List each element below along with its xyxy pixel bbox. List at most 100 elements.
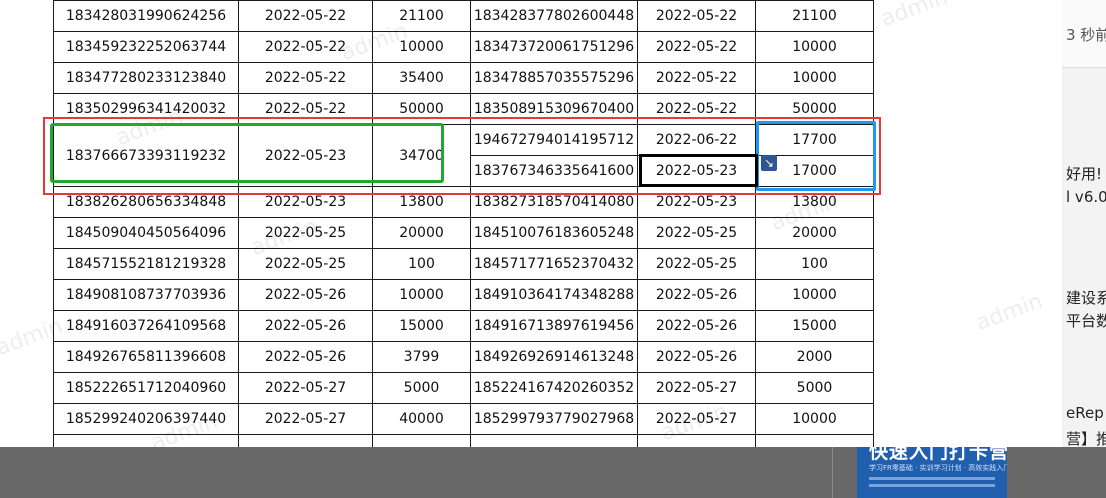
table-cell[interactable]: 2022-05-22 (637, 0, 756, 32)
merged-cell[interactable]: 34700 (372, 124, 471, 187)
table-cell[interactable]: 183477280233123840 (53, 62, 239, 94)
table-cell[interactable]: 15000 (755, 310, 874, 342)
table-cell[interactable]: 184910364174348288 (470, 279, 638, 311)
table-cell[interactable]: 184908108737703936 (53, 279, 239, 311)
table-cell[interactable]: 184916713897619456 (470, 310, 638, 342)
table-cell[interactable]: 2022-05-23 (238, 186, 373, 218)
table-row: 183477280233123840 2022-05-22 35400 1834… (53, 62, 874, 94)
table-cell (755, 434, 874, 447)
divider (832, 447, 833, 498)
relative-time: 3 秒前 (1066, 26, 1106, 44)
table-cell[interactable]: 2022-05-22 (637, 93, 756, 125)
table-cell (637, 434, 756, 447)
table-cell[interactable]: 2022-05-23 (637, 186, 756, 218)
table-cell[interactable]: 2022-05-22 (238, 62, 373, 94)
table-row: 184571552181219328 2022-05-25 100 184571… (53, 248, 874, 280)
table-row: 184908108737703936 2022-05-26 10000 1849… (53, 279, 874, 311)
table-cell[interactable]: 2022-05-26 (238, 341, 373, 373)
table-cell[interactable]: 2022-05-22 (637, 31, 756, 63)
table-cell[interactable]: 10000 (755, 403, 874, 435)
table-cell[interactable]: 183508915309670400 (470, 93, 638, 125)
table-cell[interactable]: 2022-05-27 (238, 403, 373, 435)
table-cell[interactable]: 50000 (372, 93, 471, 125)
table-cell[interactable]: 2022-05-27 (238, 372, 373, 404)
table-cell[interactable]: 3799 (372, 341, 471, 373)
table-cell[interactable]: 184926926914613248 (470, 341, 638, 373)
spreadsheet-area: 183428031990624256 2022-05-22 21100 1834… (0, 0, 1062, 447)
table-cell[interactable]: 183428031990624256 (53, 0, 239, 32)
table-cell[interactable]: 2022-05-26 (637, 279, 756, 311)
table-cell[interactable]: 183827318570414080 (470, 186, 638, 218)
table-cell[interactable]: 2022-05-25 (637, 217, 756, 249)
panel-text-line: l v6.0 (1066, 188, 1106, 206)
panel-text-line: 营】推 (1066, 430, 1106, 447)
table-cell[interactable]: 185222651712040960 (53, 372, 239, 404)
table-cell[interactable]: 17700 (755, 124, 874, 156)
arrow-down-right-icon[interactable]: ↘ (761, 155, 777, 171)
table-row: 184916037264109568 2022-05-26 15000 1849… (53, 310, 874, 342)
table-cell[interactable]: 2022-05-26 (238, 279, 373, 311)
table-cell (372, 434, 471, 447)
table-cell[interactable]: 184926765811396608 (53, 341, 239, 373)
panel-text-line: eRep (1066, 404, 1104, 422)
table-cell[interactable]: 183428377802600448 (470, 0, 638, 32)
table-cell[interactable]: 183459232252063744 (53, 31, 239, 63)
table-cell[interactable]: 100 (372, 248, 471, 280)
banner-title: 快速入门打卡营 (869, 447, 1007, 463)
table-cell[interactable]: 100 (755, 248, 874, 280)
panel-text-line: 平台数 (1066, 312, 1106, 330)
table-cell[interactable]: 184510076183605248 (470, 217, 638, 249)
table-cell[interactable]: 2022-05-22 (238, 93, 373, 125)
table-cell[interactable]: 2000 (755, 341, 874, 373)
panel-text-line: 好用! (1066, 165, 1103, 183)
table-cell[interactable]: 2022-05-26 (637, 341, 756, 373)
table-row: 183459232252063744 2022-05-22 10000 1834… (53, 31, 874, 63)
table-cell[interactable]: 50000 (755, 93, 874, 125)
table-cell[interactable]: 184916037264109568 (53, 310, 239, 342)
table-cell[interactable]: 10000 (755, 31, 874, 63)
table-cell[interactable]: 194672794014195712 (470, 124, 638, 156)
table-cell[interactable]: 5000 (372, 372, 471, 404)
table-cell[interactable]: 2022-05-27 (637, 372, 756, 404)
course-banner-thumbnail[interactable]: 快速入门打卡营 学习FR零基础 · 实训学习计划 · 高效实践入门 (857, 447, 1007, 498)
table-cell[interactable]: 183826280656334848 (53, 186, 239, 218)
table-cell[interactable]: 183473720061751296 (470, 31, 638, 63)
table-cell[interactable]: 5000 (755, 372, 874, 404)
table-row: 183826280656334848 2022-05-23 13800 1838… (53, 186, 874, 218)
table-cell[interactable]: 21100 (755, 0, 874, 32)
table-cell[interactable]: 185299793779027968 (470, 403, 638, 435)
merged-cell[interactable]: 2022-05-23 (238, 124, 373, 187)
table-cell[interactable]: 185224167420260352 (470, 372, 638, 404)
table-cell[interactable]: 40000 (372, 403, 471, 435)
table-cell[interactable]: 183478857035575296 (470, 62, 638, 94)
table-cell (238, 434, 373, 447)
table-cell[interactable]: 15000 (372, 310, 471, 342)
table-cell (53, 434, 239, 447)
table-cell[interactable]: 2022-05-26 (238, 310, 373, 342)
table-row: 184926765811396608 2022-05-26 3799 18492… (53, 341, 874, 373)
panel-text-line: 建设系 (1066, 289, 1106, 307)
table-cell[interactable]: 183767346335641600 (470, 155, 638, 187)
table-row: 184509040450564096 2022-05-25 20000 1845… (53, 217, 874, 249)
table-cell[interactable]: 184571552181219328 (53, 248, 239, 280)
table-cell[interactable]: 35400 (372, 62, 471, 94)
table-cell[interactable]: 184571771652370432 (470, 248, 638, 280)
table-cell[interactable]: 2022-05-22 (238, 0, 373, 32)
right-side-panel: 3 秒前 好用! l v6.0 建设系 平台数 eRep 营】推 (1062, 0, 1106, 447)
table-cell[interactable]: 10000 (372, 279, 471, 311)
table-cell (470, 434, 638, 447)
banner-subtitle: 学习FR零基础 · 实训学习计划 · 高效实践入门 (869, 464, 1007, 472)
data-table: 183428031990624256 2022-05-22 21100 1834… (53, 0, 874, 447)
table-cell[interactable]: 184509040450564096 (53, 217, 239, 249)
table-cell[interactable]: 2022-05-26 (637, 310, 756, 342)
table-cell[interactable]: 2022-06-22 (637, 124, 756, 156)
table-cell[interactable]: 10000 (755, 279, 874, 311)
table-cell[interactable]: 13800 (372, 186, 471, 218)
active-table-cell[interactable]: 2022-05-23 (637, 155, 756, 187)
table-cell[interactable]: 10000 (755, 62, 874, 94)
table-cell[interactable]: 2022-05-25 (637, 248, 756, 280)
table-row: 183428031990624256 2022-05-22 21100 1834… (53, 0, 874, 32)
table-cell[interactable]: 2022-05-22 (637, 62, 756, 94)
table-cell[interactable]: 20000 (372, 217, 471, 249)
watermark-text: admin (877, 0, 952, 33)
